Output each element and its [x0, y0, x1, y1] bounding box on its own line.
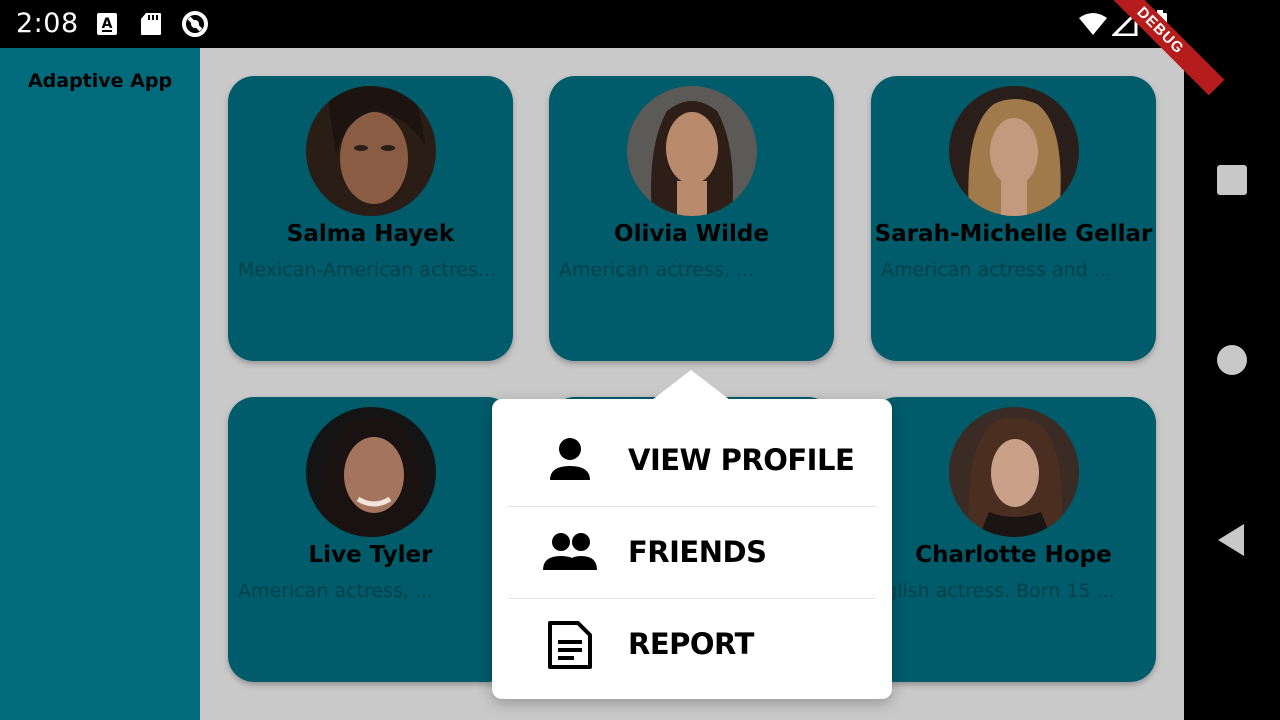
status-bar: 2:08 A [0, 0, 1184, 48]
profile-card[interactable]: Sarah-Michelle Gellar American actress a… [871, 76, 1156, 361]
avatar [949, 86, 1079, 216]
document-icon [542, 620, 598, 670]
avatar [306, 86, 436, 216]
wifi-icon [1078, 12, 1108, 40]
menu-item-view-profile[interactable]: VIEW PROFILE [508, 414, 876, 506]
back-icon [1218, 524, 1244, 556]
menu-item-label: VIEW PROFILE [628, 443, 855, 477]
card-description: American actress and ... [881, 259, 1112, 281]
popup-arrow [652, 370, 730, 400]
person-icon [542, 436, 598, 486]
avatar [627, 86, 757, 216]
group-icon [542, 528, 598, 578]
back-button[interactable] [1216, 523, 1246, 561]
card-name: Olivia Wilde [614, 221, 769, 247]
menu-item-label: FRIENDS [628, 535, 767, 569]
menu-item-friends[interactable]: FRIENDS [508, 506, 876, 598]
profile-card[interactable]: Salma Hayek Mexican-American actres... [228, 76, 513, 361]
recents-button[interactable] [1217, 165, 1247, 195]
navigation-bar [1184, 0, 1280, 720]
card-name: Sarah-Michelle Gellar [874, 221, 1153, 247]
svg-text:A: A [102, 16, 113, 32]
card-name: Live Tyler [308, 542, 433, 568]
menu-item-label: REPORT [628, 627, 754, 661]
status-time: 2:08 [16, 8, 79, 39]
card-description: nglish actress. Born 15 ... [873, 580, 1115, 602]
card-name: Charlotte Hope [915, 542, 1112, 568]
context-menu: VIEW PROFILE FRIENDS REPORT [492, 399, 892, 699]
app-title: Adaptive App [27, 70, 173, 92]
card-description: Mexican-American actres... [238, 259, 496, 281]
profile-card[interactable]: Charlotte Hope nglish actress. Born 15 .… [871, 397, 1156, 682]
profile-card[interactable]: Live Tyler American actress, ... [228, 397, 513, 682]
app-content: Adaptive App Salma Hayek Mexican-America… [0, 48, 1184, 720]
profile-card[interactable]: Olivia Wilde American actress, ... [549, 76, 834, 361]
menu-item-report[interactable]: REPORT [508, 598, 876, 690]
avatar [306, 407, 436, 537]
card-description: American actress, ... [238, 580, 434, 602]
card-name: Salma Hayek [286, 221, 455, 247]
home-button[interactable] [1217, 345, 1247, 375]
font-notification-icon: A [96, 12, 118, 40]
card-description: American actress, ... [559, 259, 755, 281]
avatar [949, 407, 1079, 537]
sd-card-icon [140, 12, 162, 40]
sync-app-icon [180, 9, 210, 43]
sidebar: Adaptive App [0, 48, 200, 720]
